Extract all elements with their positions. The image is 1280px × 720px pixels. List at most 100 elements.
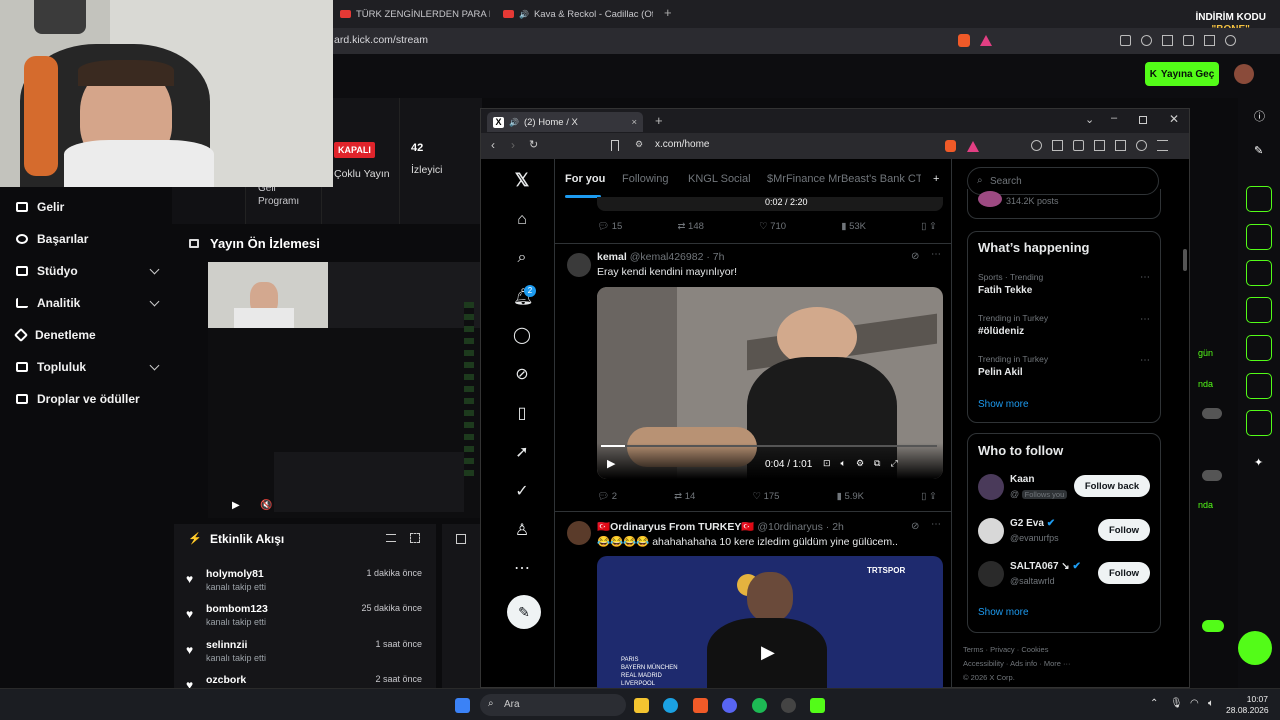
more-icon[interactable]: ⋯ xyxy=(1140,355,1150,366)
brave-shield-icon[interactable] xyxy=(945,140,956,152)
extension-icon[interactable] xyxy=(1031,140,1042,151)
brave-rewards-icon[interactable] xyxy=(980,35,992,46)
rocket-icon[interactable]: ➚ xyxy=(513,444,531,462)
rail-button[interactable] xyxy=(1246,373,1272,399)
verified-icon[interactable]: ✓ xyxy=(513,483,531,501)
file-explorer-icon[interactable] xyxy=(634,698,649,713)
profile-icon[interactable]: ♙ xyxy=(513,522,531,540)
settings-icon[interactable]: ✦ xyxy=(1254,456,1263,469)
play-icon[interactable]: ▶ xyxy=(761,642,775,663)
compose-post-button[interactable]: ✎ xyxy=(507,595,541,629)
obs-icon[interactable] xyxy=(781,698,796,713)
edge-icon[interactable] xyxy=(663,698,678,713)
captions-icon[interactable]: ⊡ xyxy=(823,458,831,469)
views-button[interactable]: ▮ 53K xyxy=(841,221,866,232)
grok-icon[interactable]: ⊘ xyxy=(513,366,531,384)
rail-button[interactable] xyxy=(1246,224,1272,250)
more-icon[interactable]: ⋯ xyxy=(513,560,531,578)
like-button[interactable]: ♡ 175 xyxy=(752,491,779,502)
music-icon[interactable] xyxy=(1162,35,1173,46)
trend-item[interactable]: Fatih Tekke xyxy=(978,285,1032,296)
tweet-author[interactable]: 🇹🇷Ordinaryus From TURKEY🇹🇷 @10rdinaryus … xyxy=(597,520,844,533)
sidebar-icon[interactable] xyxy=(1183,35,1194,46)
wifi-icon[interactable]: ◠ xyxy=(1190,698,1199,709)
site-info-icon[interactable]: ⚙ xyxy=(635,139,643,150)
follow-button[interactable]: Follow xyxy=(1098,519,1150,541)
more-icon[interactable]: ⋯ xyxy=(1140,272,1150,283)
like-button[interactable]: ♡ 710 xyxy=(759,221,786,232)
reply-button[interactable]: 💬︎ 15 xyxy=(597,221,622,232)
go-live-button[interactable]: K Yayına Geç xyxy=(1145,62,1219,86)
more-icon[interactable]: ⋯ xyxy=(931,249,941,260)
show-more-link[interactable]: Show more xyxy=(978,607,1029,618)
brave-icon[interactable] xyxy=(693,698,708,713)
reload-icon[interactable]: ↻ xyxy=(529,138,538,151)
grok-icon[interactable]: ⊘ xyxy=(911,521,919,532)
stream-preview[interactable]: ▶ 🔇 xyxy=(208,262,482,518)
music-icon[interactable] xyxy=(1073,140,1084,151)
pip-icon[interactable]: ⧉ xyxy=(874,458,880,469)
search-icon[interactable]: ⌕ xyxy=(513,249,531,267)
expand-icon[interactable] xyxy=(410,533,420,543)
mic-icon[interactable]: 🎙︎ xyxy=(1170,698,1183,709)
discord-icon[interactable] xyxy=(722,698,737,713)
rail-button[interactable] xyxy=(1246,297,1272,323)
extension-icon[interactable] xyxy=(1120,35,1131,46)
brave-shield-icon[interactable] xyxy=(958,34,970,47)
grok-icon[interactable]: ⊘ xyxy=(911,251,919,262)
follow-back-button[interactable]: Follow back xyxy=(1074,475,1150,497)
more-icon[interactable]: ⋯ xyxy=(931,519,941,530)
reply-button[interactable]: 💬︎ 2 xyxy=(597,491,617,502)
avatar[interactable] xyxy=(978,474,1004,500)
minimize-icon[interactable]: – xyxy=(1111,112,1117,124)
settings-icon[interactable]: ⚙ xyxy=(856,458,864,469)
support-button[interactable] xyxy=(1238,631,1272,665)
chat-icon[interactable]: ◯ xyxy=(513,327,531,345)
close-icon[interactable]: ✕ xyxy=(1169,112,1179,126)
clock[interactable]: 10:07 28.08.2026 xyxy=(1226,694,1269,716)
avatar[interactable] xyxy=(1234,64,1254,84)
sidebar-item-gelir[interactable]: Gelir xyxy=(16,200,156,214)
forward-icon[interactable]: › xyxy=(511,138,515,152)
kick-app-icon[interactable] xyxy=(810,698,825,713)
toggle-switch-on[interactable] xyxy=(1202,620,1224,632)
tab-x-home[interactable]: X 🔊 (2) Home / X × xyxy=(487,112,643,132)
toggle-switch[interactable] xyxy=(1202,408,1222,419)
spotify-icon[interactable] xyxy=(752,698,767,713)
tray-chevron-icon[interactable]: ⌃ xyxy=(1150,698,1158,709)
more-icon[interactable]: ⋯ xyxy=(1140,314,1150,325)
extension-icon[interactable] xyxy=(1141,35,1152,46)
volume-icon[interactable]: 🔈︎ xyxy=(1208,698,1214,709)
search-input[interactable]: ⌕ Ara xyxy=(480,694,626,716)
trend-item[interactable]: #ölüdeniz xyxy=(978,326,1024,337)
tab-kngl-social[interactable]: KNGL Social xyxy=(688,173,751,185)
edit-icon[interactable]: ✎ xyxy=(1254,144,1263,157)
outer-tab-1[interactable]: TÜRK ZENGİNLERDEN PARA DİLENEN xyxy=(340,5,490,23)
show-more-link[interactable]: Show more xyxy=(978,399,1029,410)
wallet-icon[interactable] xyxy=(1115,140,1126,151)
rail-button[interactable] xyxy=(1246,260,1272,286)
menu-icon[interactable] xyxy=(1157,140,1168,151)
back-icon[interactable]: ‹ xyxy=(491,138,495,152)
add-tab-icon[interactable]: + xyxy=(933,173,939,185)
home-icon[interactable]: ⌂ xyxy=(513,211,531,229)
repost-button[interactable]: ⇄ 14 xyxy=(674,491,695,502)
rail-button[interactable] xyxy=(1246,335,1272,361)
rail-button[interactable] xyxy=(1246,186,1272,212)
bookmark-icon[interactable] xyxy=(611,140,619,151)
sidebar-item-studyo[interactable]: Stüdyo xyxy=(16,264,160,278)
x-url-text[interactable]: x.com/home xyxy=(655,139,709,150)
tab-for-you[interactable]: For you xyxy=(565,173,605,185)
outer-tab-2[interactable]: 🔊Kava & Reckol - Cadillac (Official xyxy=(503,5,653,23)
play-icon[interactable]: ▶ xyxy=(232,500,240,511)
sidebar-item-basarilar[interactable]: Başarılar xyxy=(16,232,156,246)
filter-icon[interactable] xyxy=(386,534,396,542)
x-logo-icon[interactable]: 𝕏 xyxy=(513,171,531,189)
brave-rewards-icon[interactable] xyxy=(967,141,979,152)
volume-icon[interactable]: 🔈︎ xyxy=(841,458,846,469)
play-icon[interactable]: ▶ xyxy=(607,457,615,470)
sidebar-item-analitik[interactable]: Analitik xyxy=(16,296,160,310)
mute-icon[interactable]: 🔇 xyxy=(260,500,272,511)
fullscreen-icon[interactable]: ⤢ xyxy=(890,458,897,469)
new-tab-button[interactable]: + xyxy=(655,113,663,128)
